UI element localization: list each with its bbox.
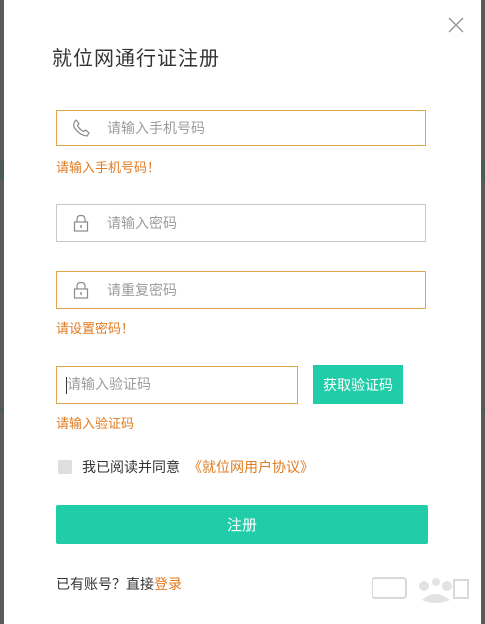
login-prompt: 已有账号？直接 [56,577,154,593]
close-icon[interactable] [445,14,467,36]
phone-icon [71,118,91,138]
dialog-title: 就位网通行证注册 [52,46,220,70]
agreement-checkbox[interactable] [58,460,72,474]
watermark-logo [371,574,470,610]
agreement-link[interactable]: 《就位网用户协议》 [188,457,314,477]
phone-placeholder: 请输入手机号码 [107,121,205,137]
phone-error: 请输入手机号码！ [56,161,161,176]
confirm-password-placeholder: 请重复密码 [107,283,177,299]
verify-code-error: 请输入验证码 [56,417,135,432]
verify-code-input[interactable]: 请输入验证码 [56,366,298,404]
agreement-text: 我已阅读并同意 [82,460,180,476]
login-line: 已有账号？直接登录 [56,574,182,594]
lock-icon [71,280,91,300]
password-input[interactable]: 请输入密码 [56,204,426,242]
login-link[interactable]: 登录 [154,577,182,593]
password-error: 请设置密码！ [56,322,135,337]
get-code-button[interactable]: 获取验证码 [313,365,403,404]
register-button[interactable]: 注册 [56,505,428,544]
agreement-row: 我已阅读并同意 《就位网用户协议》 [58,458,314,476]
password-placeholder: 请输入密码 [107,216,177,232]
phone-input[interactable]: 请输入手机号码 [56,110,426,146]
verify-code-placeholder: 请输入验证码 [67,377,151,393]
lock-icon [71,213,91,233]
register-dialog: 就位网通行证注册 请输入手机号码 请输入手机号码！ 请输入密码 请重复密码 请设… [4,0,481,624]
confirm-password-input[interactable]: 请重复密码 [56,271,426,309]
